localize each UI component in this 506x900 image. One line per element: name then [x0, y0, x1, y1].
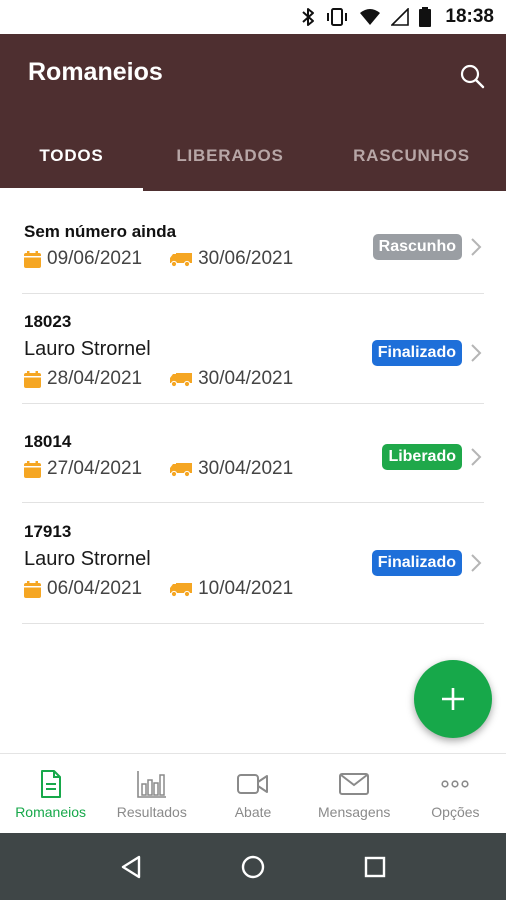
- item-number: 18014: [24, 432, 72, 451]
- status-badge: Rascunho: [372, 234, 462, 260]
- list-item[interactable]: 18014 27/04/2021 30/04/2021 Liberado: [22, 404, 484, 503]
- truck-icon: [170, 462, 193, 477]
- item-number: 18023: [24, 312, 72, 331]
- tab-rascunhos[interactable]: RASCUNHOS: [317, 120, 506, 191]
- back-button[interactable]: [116, 852, 146, 882]
- chevron-right-icon: [468, 342, 484, 364]
- calendar-icon: [24, 370, 41, 388]
- date-created: 06/04/2021: [47, 578, 143, 599]
- bottom-navigation: Romaneios Resultados Abate Mensagens Opç…: [0, 753, 506, 833]
- date-shipping: 30/04/2021: [198, 368, 294, 389]
- item-dates: 09/06/2021 30/06/2021: [24, 248, 293, 270]
- bar-chart-icon: [136, 770, 167, 798]
- signal-icon: [391, 6, 410, 28]
- app-bar: Romaneios TODOS LIBERADOS RASCUNHOS: [0, 34, 506, 191]
- nav-opcoes[interactable]: Opções: [405, 754, 506, 833]
- item-dates: 06/04/2021 10/04/2021: [24, 578, 293, 600]
- wifi-icon: [359, 6, 381, 28]
- tab-liberados[interactable]: LIBERADOS: [143, 120, 317, 191]
- add-romaneio-button[interactable]: [414, 660, 492, 738]
- status-badge: Finalizado: [371, 550, 462, 576]
- recents-button[interactable]: [360, 852, 390, 882]
- date-created: 28/04/2021: [47, 368, 143, 389]
- date-shipping: 10/04/2021: [198, 578, 294, 599]
- search-icon: [460, 64, 485, 89]
- home-button[interactable]: [238, 852, 268, 882]
- calendar-icon: [24, 250, 41, 268]
- item-name: Lauro Strornel: [24, 338, 151, 360]
- home-circle-icon: [241, 855, 265, 878]
- item-number: 17913: [24, 522, 72, 541]
- list-item[interactable]: 18023 Lauro Strornel 28/04/2021 30/04/20…: [22, 294, 484, 404]
- back-triangle-icon: [121, 855, 141, 878]
- chevron-right-icon: [468, 446, 484, 468]
- document-icon: [40, 770, 62, 798]
- nav-abate[interactable]: Abate: [202, 754, 303, 833]
- list-item[interactable]: Sem número ainda 09/06/2021 30/06/2021 R…: [22, 195, 484, 294]
- bluetooth-icon: [301, 6, 315, 28]
- truck-icon: [170, 252, 193, 267]
- date-created: 27/04/2021: [47, 458, 143, 479]
- nav-label: Romaneios: [15, 804, 87, 820]
- item-number: Sem número ainda: [24, 222, 177, 241]
- chevron-right-icon: [468, 236, 484, 258]
- date-created: 09/06/2021: [47, 248, 143, 269]
- romaneios-list: Sem número ainda 09/06/2021 30/06/2021 R…: [0, 195, 506, 624]
- tab-bar: TODOS LIBERADOS RASCUNHOS: [0, 120, 506, 191]
- item-dates: 27/04/2021 30/04/2021: [24, 458, 293, 480]
- status-badge: Finalizado: [371, 340, 462, 366]
- vibrate-icon: [325, 6, 349, 28]
- system-navigation-bar: [0, 833, 506, 900]
- item-name: Lauro Strornel: [24, 548, 151, 570]
- plus-icon: [442, 688, 464, 710]
- nav-romaneios[interactable]: Romaneios: [0, 754, 101, 833]
- truck-icon: [170, 582, 193, 597]
- status-bar: 18:38: [0, 0, 506, 34]
- nav-resultados[interactable]: Resultados: [101, 754, 202, 833]
- item-dates: 28/04/2021 30/04/2021: [24, 368, 293, 390]
- date-shipping: 30/04/2021: [198, 458, 294, 479]
- date-shipping: 30/06/2021: [198, 248, 294, 269]
- envelope-icon: [339, 770, 370, 798]
- battery-icon: [419, 6, 432, 28]
- search-button[interactable]: [456, 60, 488, 92]
- truck-icon: [170, 372, 193, 387]
- video-camera-icon: [237, 770, 269, 798]
- status-badge: Liberado: [382, 444, 462, 470]
- page-title: Romaneios: [28, 58, 163, 86]
- recents-square-icon: [364, 856, 386, 877]
- nav-label: Opções: [431, 804, 480, 820]
- calendar-icon: [24, 460, 41, 478]
- more-horizontal-icon: [441, 770, 470, 798]
- nav-label: Mensagens: [318, 804, 391, 820]
- list-item[interactable]: 17913 Lauro Strornel 06/04/2021 10/04/20…: [22, 503, 484, 624]
- nav-mensagens[interactable]: Mensagens: [304, 754, 405, 833]
- chevron-right-icon: [468, 552, 484, 574]
- status-time: 18:38: [445, 6, 494, 27]
- nav-label: Resultados: [116, 804, 187, 820]
- tab-todos[interactable]: TODOS: [0, 120, 143, 191]
- nav-label: Abate: [234, 804, 272, 820]
- calendar-icon: [24, 580, 41, 598]
